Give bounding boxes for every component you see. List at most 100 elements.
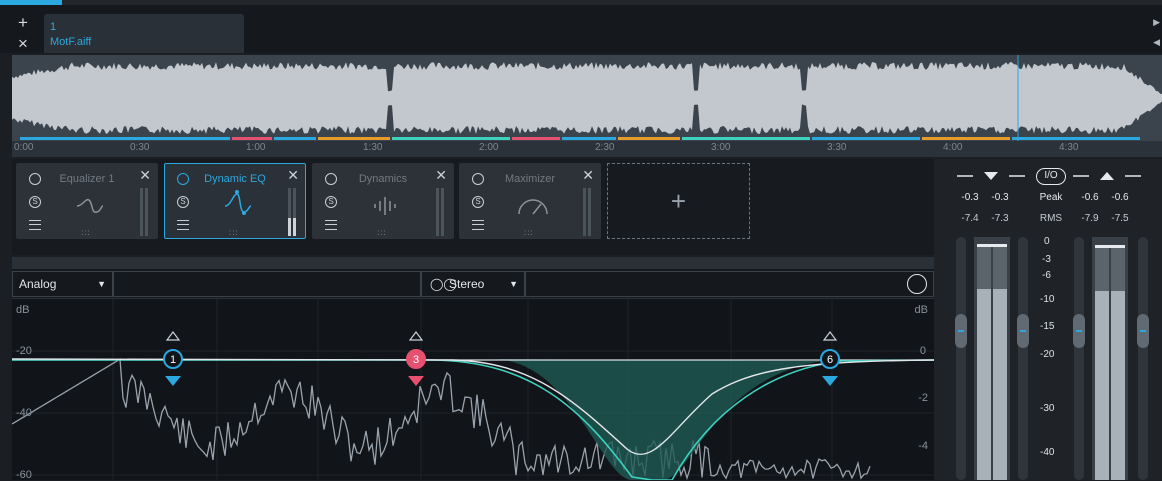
module-dynamics[interactable]: S Dynamics ✕ :::: [312, 163, 454, 239]
dynamic-eq-curve-icon: [224, 190, 252, 215]
output-rms-right: -7.5: [1111, 213, 1129, 224]
eq-graph[interactable]: 1 3 6: [12, 299, 934, 480]
meter-scale-label: -30: [1040, 403, 1055, 414]
solo-icon[interactable]: S: [177, 196, 189, 208]
left-scale-label: -60: [16, 469, 32, 481]
input-peak-right: -0.3: [991, 192, 1009, 203]
meter-scale-label: 0: [1044, 236, 1050, 247]
node-up-arrow-icon: [822, 331, 838, 341]
module-meter: [436, 188, 445, 236]
eq-toolbar: Analog ▼ ◯◯Stereo ▼: [12, 269, 934, 299]
maximizer-gauge-icon: [518, 199, 548, 215]
left-unit-label: dB: [16, 304, 30, 316]
eq-display[interactable]: Analog ▼ ◯◯Stereo ▼ 136 dB dB -20 -40 -60 …: [12, 269, 934, 481]
segment-marker: [318, 137, 390, 140]
solo-icon[interactable]: S: [472, 196, 484, 208]
menu-icon[interactable]: [325, 220, 337, 230]
module-title: Equalizer 1: [59, 173, 115, 185]
timeline-tick: 2:00: [479, 142, 499, 153]
timeline-tick: 3:00: [711, 142, 731, 153]
rms-label: RMS: [1039, 213, 1063, 224]
scroll-right-icon[interactable]: ▶: [1153, 17, 1160, 28]
drag-handle-icon[interactable]: :::: [229, 228, 239, 237]
segment-marker: [20, 137, 230, 140]
node-down-arrow-icon: [408, 376, 424, 386]
close-tab-button[interactable]: ×: [14, 35, 32, 53]
input-gain-arrow-icon: [984, 172, 998, 180]
solo-icon[interactable]: S: [325, 196, 337, 208]
module-maximizer[interactable]: S Maximizer ✕ :::: [459, 163, 601, 239]
output-gain-slider-track[interactable]: [1138, 237, 1148, 480]
meter-scale-label: -3: [1042, 254, 1051, 265]
segment-marker: [562, 137, 616, 140]
eq-toolbar-empty: [525, 271, 934, 297]
input-meter: [974, 237, 1010, 480]
output-header: [1073, 172, 1141, 180]
segment-marker: [232, 137, 272, 140]
menu-icon[interactable]: [29, 220, 41, 230]
close-icon[interactable]: ✕: [435, 167, 447, 184]
close-icon[interactable]: ✕: [287, 167, 299, 184]
eq-mode-value: Analog: [19, 277, 57, 291]
eq-header-strip: [12, 257, 934, 269]
timeline-tick: 4:30: [1059, 142, 1079, 153]
meter-scale-label: -20: [1040, 349, 1055, 360]
output-peak-right: -0.6: [1111, 192, 1129, 203]
file-tab-number: 1: [50, 21, 57, 33]
solo-icon[interactable]: S: [29, 196, 41, 208]
output-meter: [1092, 237, 1128, 480]
module-title: Dynamic EQ: [204, 173, 266, 185]
timeline-tick: 0:00: [14, 142, 34, 153]
input-peak-hold: [977, 244, 1007, 247]
module-meter: [583, 188, 592, 236]
input-header: [957, 172, 1025, 180]
input-rms-right: -7.3: [991, 213, 1009, 224]
module-title: Dynamics: [358, 173, 408, 185]
output-gain-slider-left[interactable]: [1073, 314, 1085, 348]
input-gain-slider-track[interactable]: [956, 237, 966, 480]
menu-icon[interactable]: [177, 220, 189, 230]
input-gain-slider-track[interactable]: [1018, 237, 1028, 480]
node-down-arrow-icon: [165, 376, 181, 386]
input-gain-slider-left[interactable]: [955, 314, 967, 348]
eq-node-label: 1: [170, 354, 176, 366]
close-icon[interactable]: ✕: [582, 167, 594, 184]
output-gain-slider-right[interactable]: [1137, 314, 1149, 348]
eq-mode-select[interactable]: Analog ▼: [12, 271, 113, 297]
close-icon[interactable]: ✕: [139, 167, 151, 184]
reset-icon[interactable]: [907, 274, 927, 294]
waveform-graphic: [12, 55, 1162, 141]
meter-scale-label: -40: [1040, 447, 1055, 458]
io-button[interactable]: I/O: [1036, 168, 1066, 185]
input-rms-left: -7.4: [961, 213, 979, 224]
module-equalizer-1[interactable]: S Equalizer 1 ✕ :::: [16, 163, 158, 239]
left-scale-label: -20: [16, 345, 32, 357]
segment-markers: [20, 137, 1140, 140]
node-up-arrow-icon: [165, 331, 181, 341]
output-gain-slider-track[interactable]: [1074, 237, 1084, 480]
drag-handle-icon[interactable]: :::: [81, 228, 91, 237]
drag-handle-icon[interactable]: :::: [377, 228, 387, 237]
input-peak-left: -0.3: [961, 192, 979, 203]
scroll-left-icon[interactable]: ◀: [1153, 37, 1160, 48]
stereo-mode-select[interactable]: ◯◯Stereo ▼: [421, 271, 525, 297]
module-title: Maximizer: [504, 173, 556, 185]
right-unit-label: dB: [914, 304, 928, 316]
drag-handle-icon[interactable]: :::: [524, 228, 534, 237]
input-meter-left-level: [977, 289, 991, 480]
timeline-tick: 1:00: [246, 142, 266, 153]
module-dynamic-eq[interactable]: S Dynamic EQ ✕ :::: [164, 163, 306, 239]
node-up-arrow-icon: [408, 331, 424, 341]
meter-scale-label: -10: [1040, 294, 1055, 305]
dynamics-bars-icon: [374, 197, 396, 215]
add-module-button[interactable]: +: [607, 163, 750, 239]
input-gain-slider-right[interactable]: [1017, 314, 1029, 348]
add-tab-button[interactable]: +: [14, 14, 32, 32]
node-down-arrow-icon: [822, 376, 838, 386]
timeline-ruler[interactable]: 0:00 0:30 1:00 1:30 2:00 2:30 3:00 3:30 …: [12, 141, 1162, 157]
segment-marker: [274, 137, 316, 140]
right-scale-label: -2: [918, 392, 928, 404]
segment-marker: [812, 137, 920, 140]
file-tab[interactable]: 1 MotF.aiff: [44, 14, 244, 53]
menu-icon[interactable]: [472, 220, 484, 230]
